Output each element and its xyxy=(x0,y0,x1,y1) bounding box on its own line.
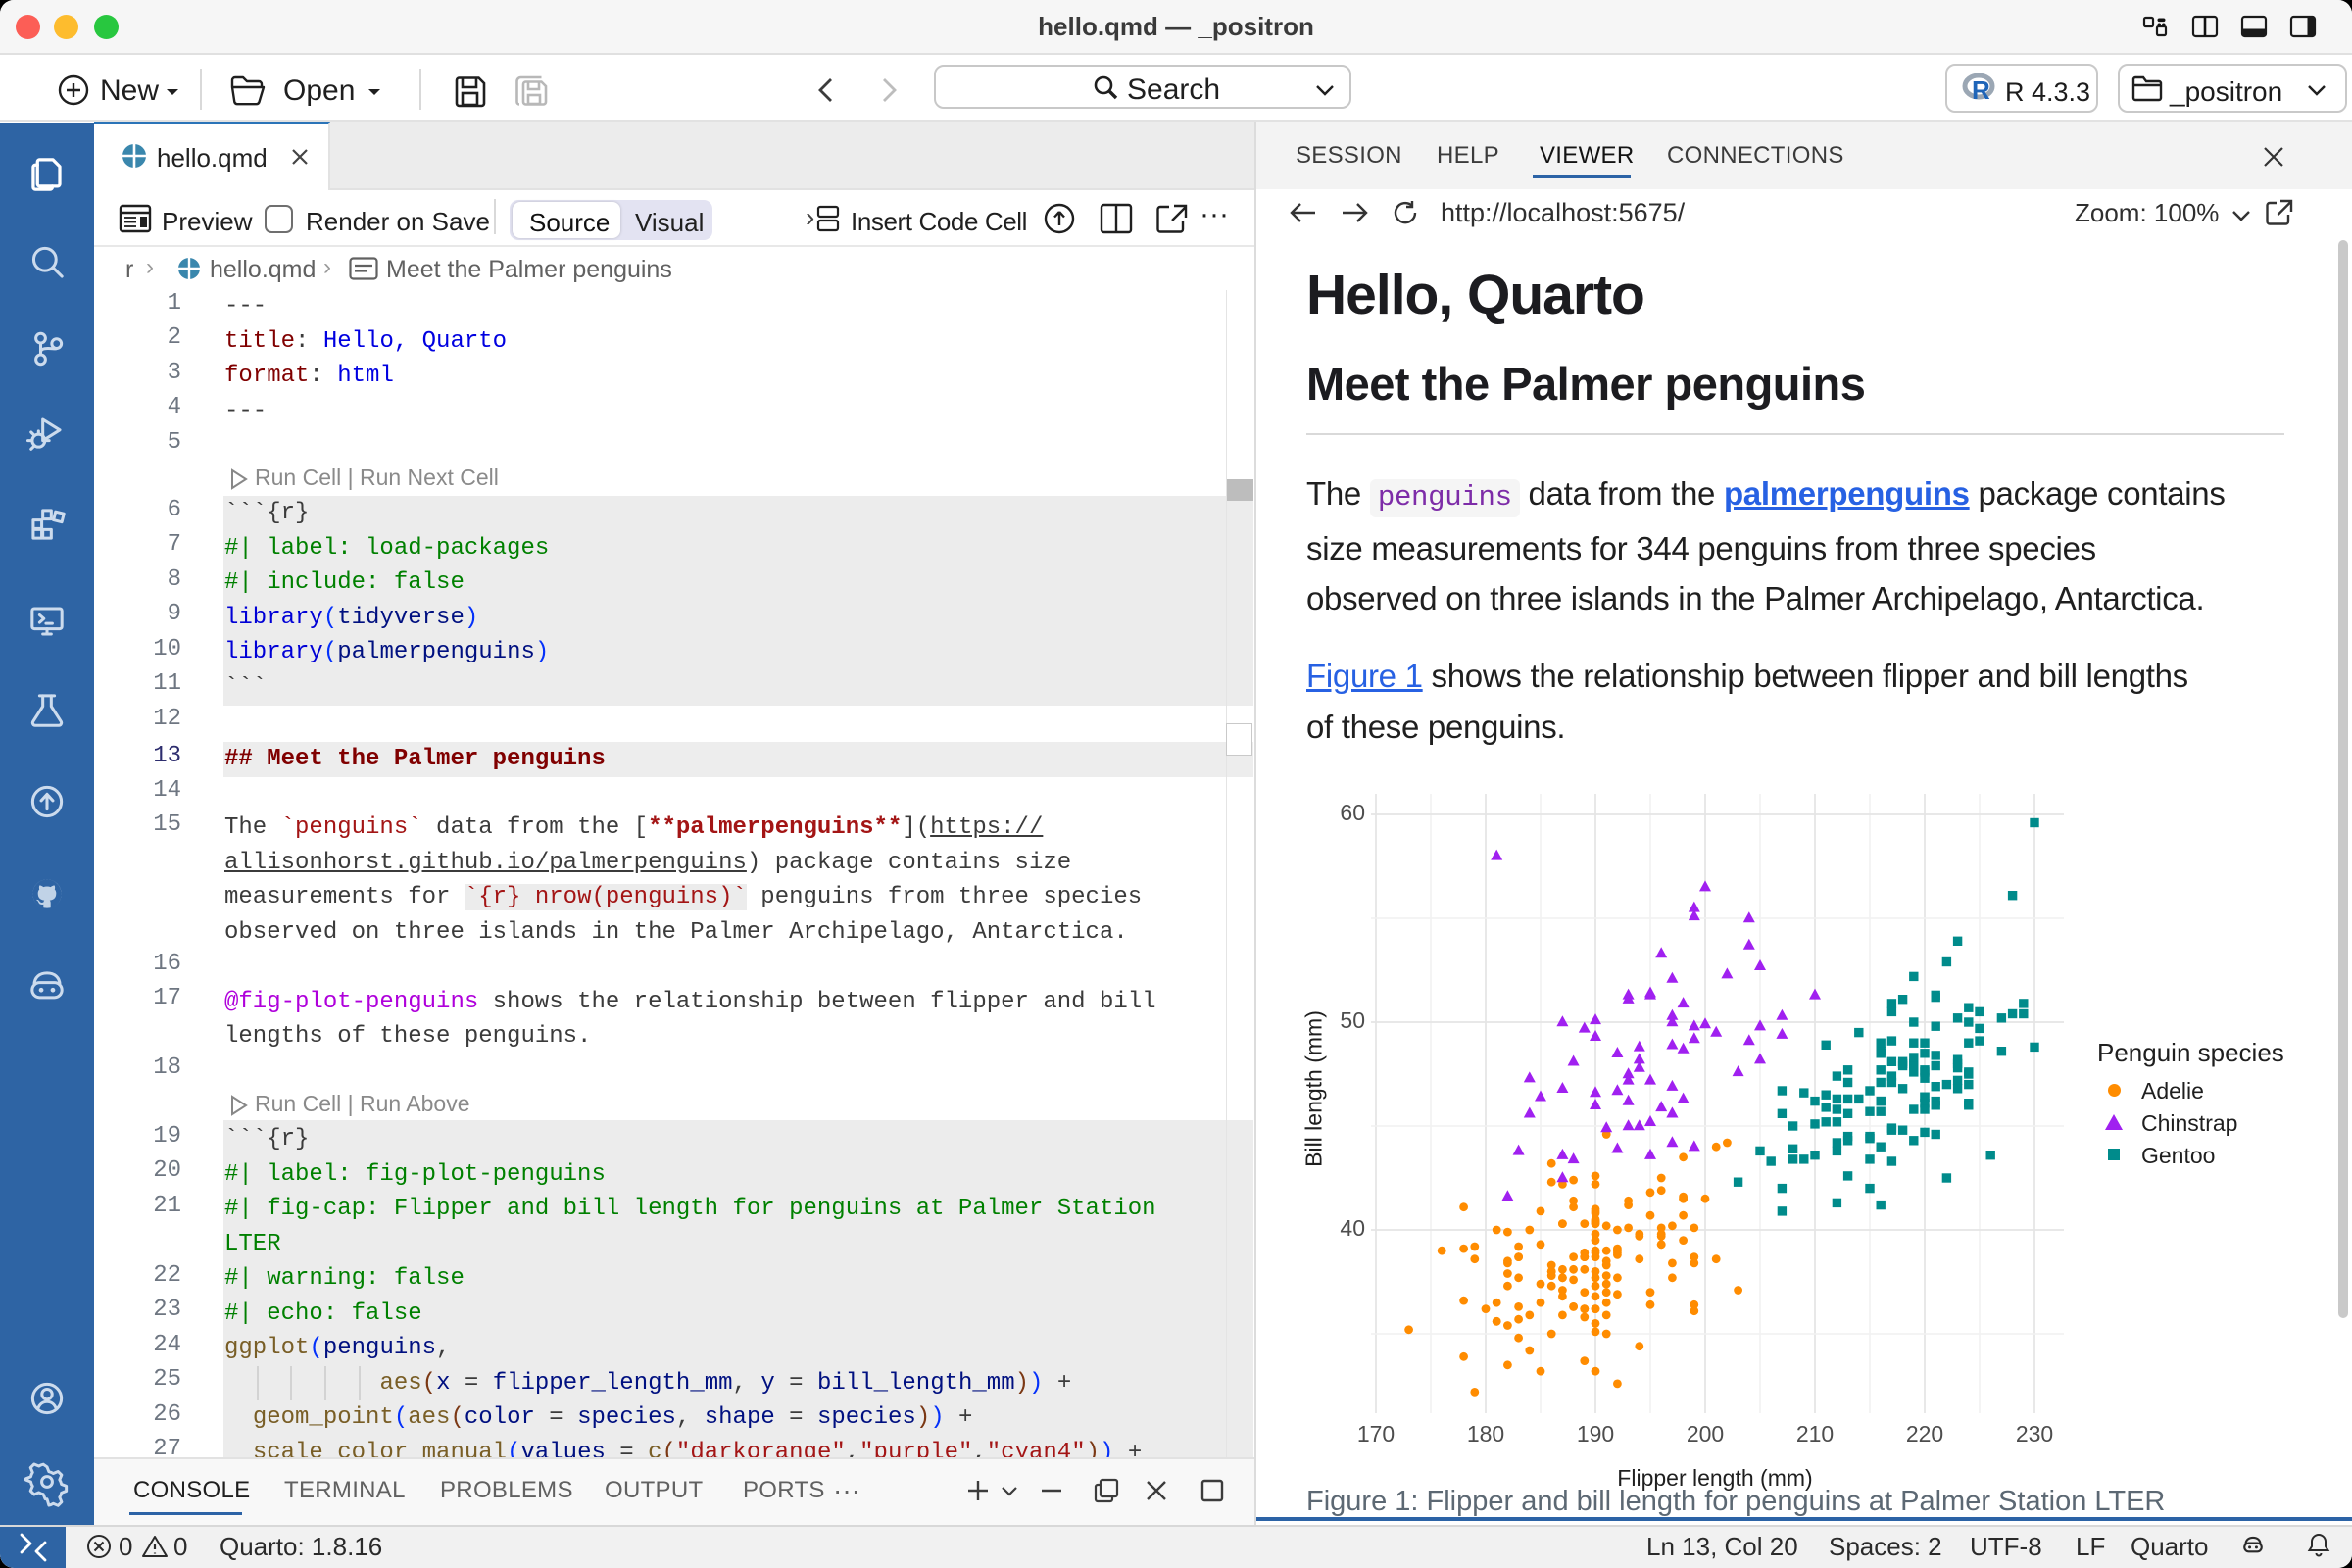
svg-text:R: R xyxy=(1972,75,1990,105)
